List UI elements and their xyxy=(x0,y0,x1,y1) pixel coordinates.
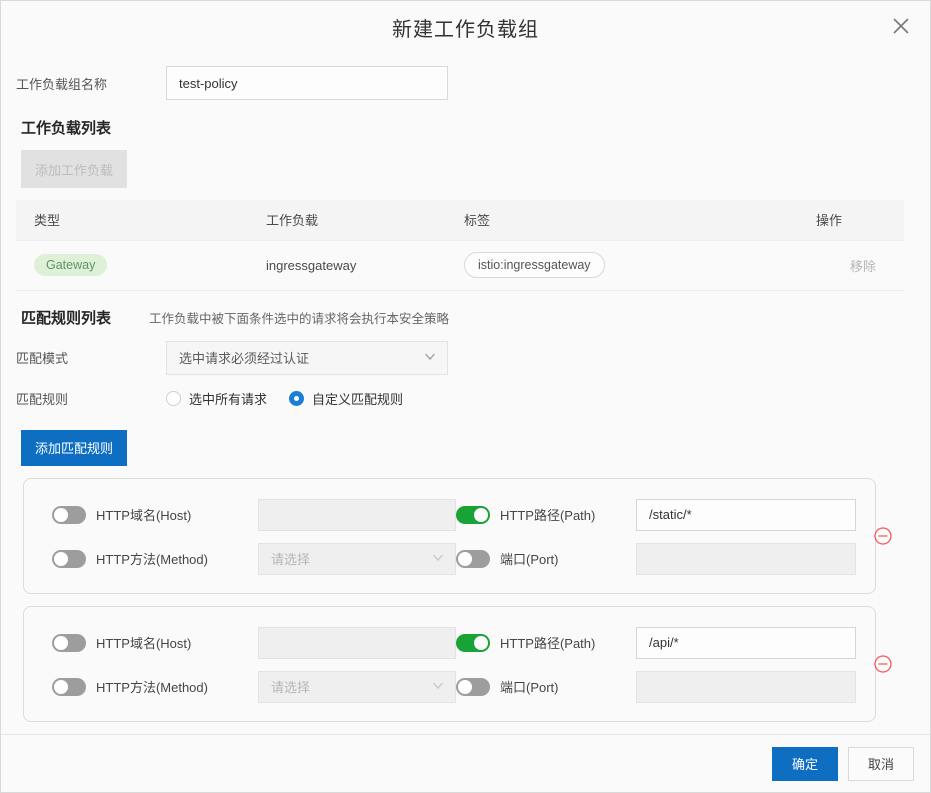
match-rule-card: HTTP域名(Host) HTTP路径(Path) HTTP方法(Method) xyxy=(23,605,876,722)
column-header-label: 标签 xyxy=(446,200,816,241)
host-label: HTTP域名(Host) xyxy=(96,508,192,523)
cell-action: 移除 xyxy=(816,240,904,291)
method-placeholder: 请选择 xyxy=(271,552,311,567)
dialog-title: 新建工作负载组 xyxy=(392,18,539,41)
host-input[interactable] xyxy=(258,626,456,659)
rule-field-path: HTTP路径(Path) xyxy=(456,626,856,659)
method-label: HTTP方法(Method) xyxy=(96,680,208,695)
radio-label: 选中所有请求 xyxy=(189,392,268,407)
match-mode-row: 匹配模式 选中请求必须经过认证 xyxy=(16,338,915,378)
minus-circle-icon[interactable] xyxy=(873,526,893,546)
radio-custom-match-rules[interactable]: 自定义匹配规则 xyxy=(289,389,403,408)
confirm-button[interactable]: 确定 xyxy=(772,746,838,781)
path-toggle[interactable] xyxy=(456,505,490,524)
radio-select-all-requests[interactable]: 选中所有请求 xyxy=(166,389,267,408)
rule-card-wrapper: HTTP域名(Host) HTTP路径(Path) HTTP方法(Method) xyxy=(16,477,915,594)
match-rule-row: 匹配规则 选中所有请求 自定义匹配规则 xyxy=(16,382,915,416)
match-rule-label: 匹配规则 xyxy=(16,392,69,407)
table-header-row: 类型 工作负载 标签 操作 xyxy=(16,200,904,241)
cell-workload: ingressgateway xyxy=(248,240,446,291)
match-rules-title: 匹配规则列表 xyxy=(21,309,112,327)
match-rule-radio-group: 选中所有请求 自定义匹配规则 xyxy=(166,389,425,408)
path-toggle[interactable] xyxy=(456,633,490,652)
rule-field-port: 端口(Port) xyxy=(456,542,856,575)
rule-line: HTTP域名(Host) HTTP路径(Path) xyxy=(24,493,875,537)
column-header-action: 操作 xyxy=(816,200,904,241)
chevron-down-icon xyxy=(423,349,437,366)
radio-indicator xyxy=(166,391,181,406)
method-label: HTTP方法(Method) xyxy=(96,552,208,567)
match-mode-select[interactable]: 选中请求必须经过认证 xyxy=(166,340,448,375)
rule-field-path: HTTP路径(Path) xyxy=(456,498,856,531)
chevron-down-icon xyxy=(431,550,445,567)
column-header-type: 类型 xyxy=(16,200,248,241)
chevron-down-icon xyxy=(431,678,445,695)
rule-field-method: HTTP方法(Method) 请选择 xyxy=(24,542,456,575)
rule-card-wrapper: HTTP域名(Host) HTTP路径(Path) HTTP方法(Method) xyxy=(16,605,915,722)
method-select[interactable]: 请选择 xyxy=(258,542,456,575)
rule-line: HTTP域名(Host) HTTP路径(Path) xyxy=(24,621,875,665)
path-label: HTTP路径(Path) xyxy=(500,508,596,523)
cell-label: istio:ingressgateway xyxy=(446,240,816,291)
workload-group-name-row: 工作负载组名称 xyxy=(16,63,915,103)
path-input[interactable] xyxy=(636,498,856,531)
port-input[interactable] xyxy=(636,542,856,575)
match-rules-header: 匹配规则列表 工作负载中被下面条件选中的请求将会执行本安全策略 xyxy=(21,307,915,328)
workload-table: 类型 工作负载 标签 操作 Gateway ingressgateway ist… xyxy=(16,200,904,291)
rule-field-host: HTTP域名(Host) xyxy=(24,498,456,531)
port-toggle[interactable] xyxy=(456,549,490,568)
method-select[interactable]: 请选择 xyxy=(258,670,456,703)
add-workload-button[interactable]: 添加工作负载 xyxy=(21,150,128,188)
remove-workload-link[interactable]: 移除 xyxy=(850,259,876,274)
rule-field-method: HTTP方法(Method) 请选择 xyxy=(24,670,456,703)
rule-line: HTTP方法(Method) 请选择 端口(Port) xyxy=(24,537,875,581)
host-toggle[interactable] xyxy=(52,633,86,652)
rule-field-host: HTTP域名(Host) xyxy=(24,626,456,659)
port-label: 端口(Port) xyxy=(500,680,559,695)
match-rule-card: HTTP域名(Host) HTTP路径(Path) HTTP方法(Method) xyxy=(23,477,876,594)
match-rules-hint: 工作负载中被下面条件选中的请求将会执行本安全策略 xyxy=(149,311,450,326)
workload-group-name-input[interactable] xyxy=(166,66,448,100)
dialog-body: 工作负载组名称 工作负载列表 添加工作负载 类型 工作负载 标签 操作 Gate… xyxy=(1,53,930,734)
host-toggle[interactable] xyxy=(52,505,86,524)
workload-list-title: 工作负载列表 xyxy=(21,120,112,137)
rule-field-port: 端口(Port) xyxy=(456,670,856,703)
radio-label: 自定义匹配规则 xyxy=(312,392,404,407)
rule-line: HTTP方法(Method) 请选择 端口(Port) xyxy=(24,665,875,709)
new-workload-group-dialog: 新建工作负载组 工作负载组名称 工作负载列表 添加工作负载 类型 工作负载 标签… xyxy=(0,0,931,793)
method-toggle[interactable] xyxy=(52,677,86,696)
path-input[interactable] xyxy=(636,626,856,659)
cancel-button[interactable]: 取消 xyxy=(848,746,914,781)
cell-type: Gateway xyxy=(16,240,248,291)
dialog-header: 新建工作负载组 xyxy=(1,1,930,53)
match-mode-label: 匹配模式 xyxy=(16,351,69,366)
port-toggle[interactable] xyxy=(456,677,490,696)
close-icon[interactable] xyxy=(884,9,918,43)
host-label: HTTP域名(Host) xyxy=(96,636,192,651)
add-match-rule-button[interactable]: 添加匹配规则 xyxy=(21,429,128,466)
port-label: 端口(Port) xyxy=(500,552,559,567)
column-header-workload: 工作负载 xyxy=(248,200,446,241)
method-toggle[interactable] xyxy=(52,549,86,568)
radio-indicator xyxy=(289,391,305,406)
dialog-footer: 确定 取消 xyxy=(1,734,930,792)
type-badge: Gateway xyxy=(34,254,108,276)
match-mode-value: 选中请求必须经过认证 xyxy=(179,351,310,366)
label-chip: istio:ingressgateway xyxy=(464,252,605,278)
path-label: HTTP路径(Path) xyxy=(500,636,596,651)
table-row: Gateway ingressgateway istio:ingressgate… xyxy=(16,240,904,291)
workload-group-name-label: 工作负载组名称 xyxy=(16,76,108,92)
minus-circle-icon[interactable] xyxy=(873,654,893,674)
port-input[interactable] xyxy=(636,670,856,703)
method-placeholder: 请选择 xyxy=(271,680,311,695)
host-input[interactable] xyxy=(258,498,456,531)
